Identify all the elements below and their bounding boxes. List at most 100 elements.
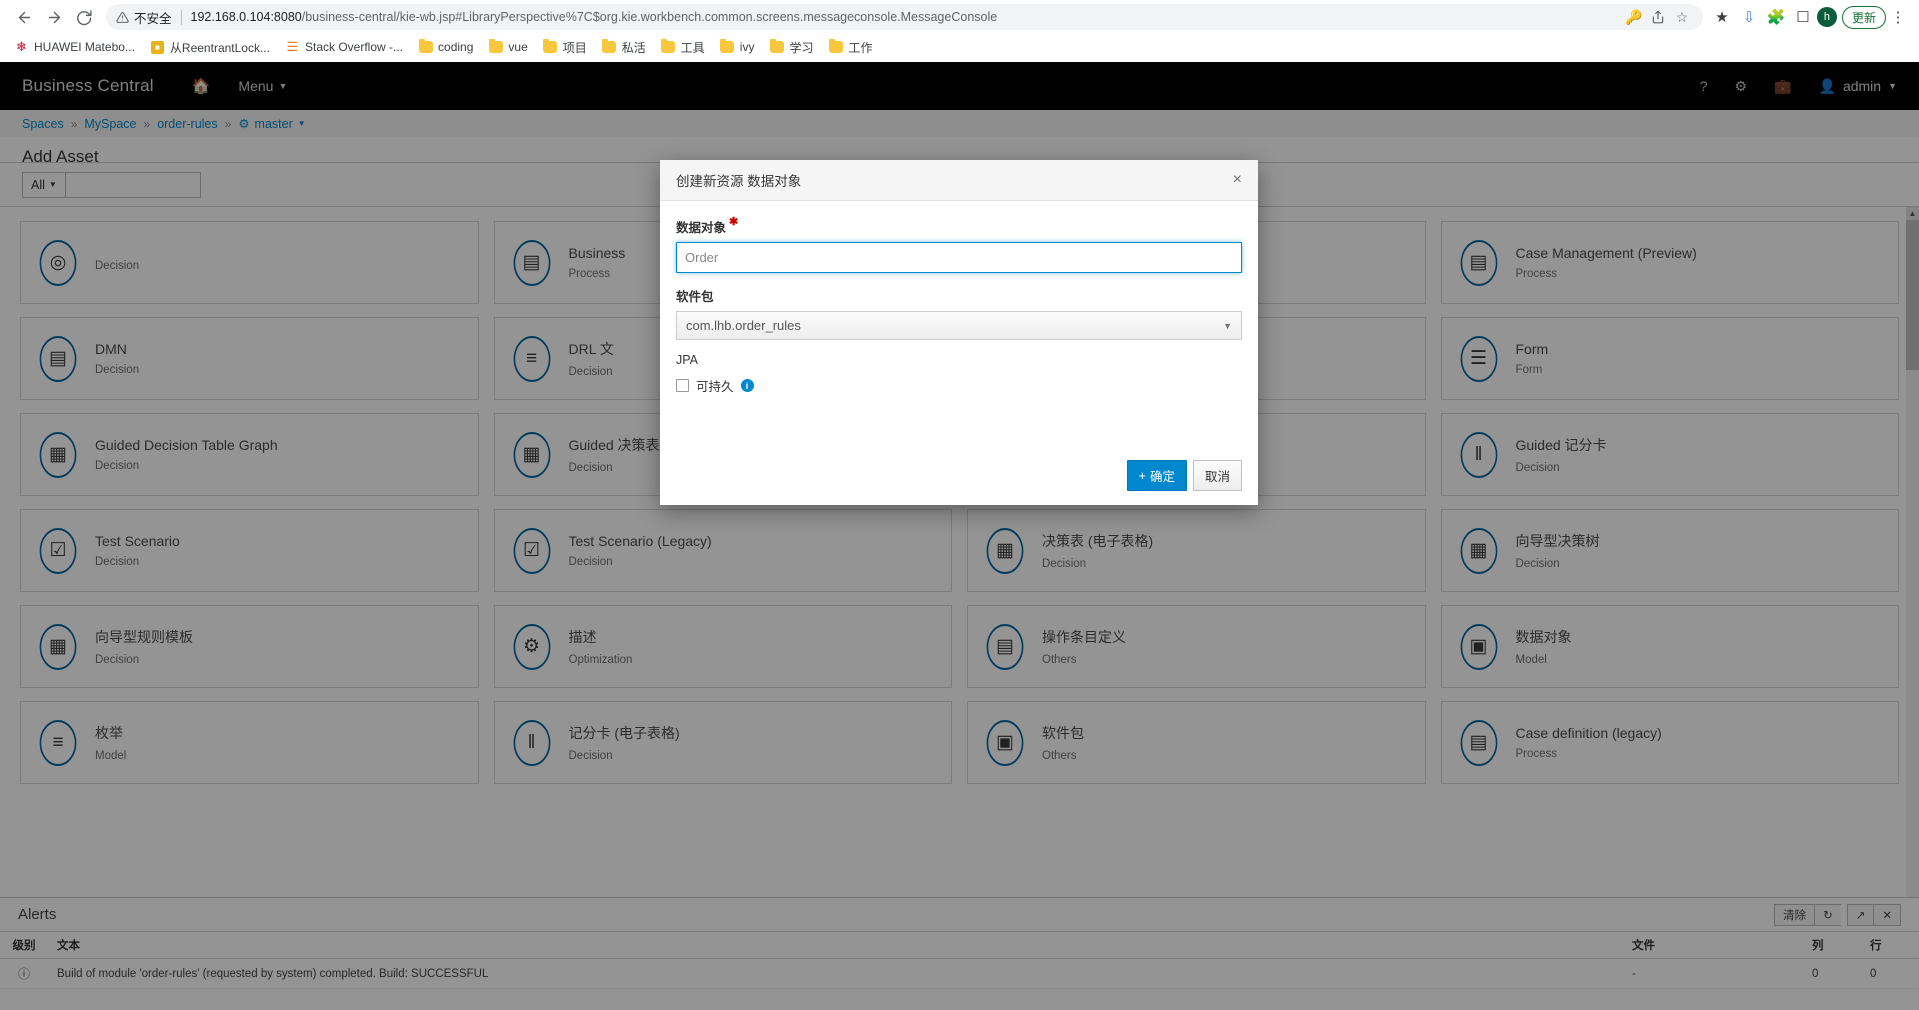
column-header-level[interactable]: 级别: [0, 932, 48, 959]
asset-card[interactable]: ▣数据对象Model: [1441, 605, 1900, 688]
password-key-icon[interactable]: 🔑: [1623, 6, 1645, 28]
bookmark-label: 从ReentrantLock...: [170, 39, 270, 56]
template-icon: ▦: [35, 624, 81, 670]
profile-avatar[interactable]: h: [1817, 7, 1837, 27]
url-text[interactable]: 192.168.0.104:8080/business-central/kie-…: [191, 10, 998, 24]
huawei-icon: ❄: [14, 40, 29, 55]
alerts-header: Alerts 清除 ↻ ↗ ✕: [0, 898, 1919, 931]
bookmark-item[interactable]: 工作: [822, 37, 878, 58]
search-input[interactable]: [66, 172, 201, 198]
bookmark-item[interactable]: vue: [482, 38, 533, 57]
info-icon[interactable]: i: [741, 379, 754, 392]
asset-card[interactable]: ▤操作条目定义Others: [967, 605, 1426, 688]
chrome-menu-icon[interactable]: ⋮: [1887, 8, 1909, 26]
bookmark-star-outline-icon[interactable]: ☆: [1671, 6, 1693, 28]
bookmark-item[interactable]: 私活: [596, 37, 652, 58]
asset-card[interactable]: ▦向导型决策树Decision: [1441, 509, 1900, 592]
breadcrumb-item[interactable]: Spaces: [22, 117, 64, 131]
downloads-icon[interactable]: ⇩: [1736, 4, 1762, 30]
side-panel-icon[interactable]: ☐: [1790, 4, 1816, 30]
asset-card[interactable]: ‖Guided 记分卡Decision: [1441, 413, 1900, 496]
app-header-actions: ? ⚙ 💼 👤 admin ▼: [1700, 78, 1897, 95]
asset-card[interactable]: ▦Guided Decision Table GraphDecision: [20, 413, 479, 496]
branch-selector[interactable]: ⚙master▼: [238, 116, 305, 131]
asset-card[interactable]: ⚙描述Optimization: [494, 605, 953, 688]
close-icon[interactable]: ×: [1233, 172, 1242, 188]
asset-card-name: Case Management (Preview): [1516, 245, 1697, 261]
asset-card[interactable]: ▣软件包Others: [967, 701, 1426, 784]
alert-level-cell: ⓘ: [0, 959, 48, 989]
user-menu[interactable]: 👤 admin ▼: [1819, 78, 1898, 95]
persistable-checkbox-row: 可持久 i: [676, 376, 1242, 395]
asset-card[interactable]: ≡枚举Model: [20, 701, 479, 784]
extensions-puzzle-icon[interactable]: 🧩: [1763, 4, 1789, 30]
asset-card-name: 数据对象: [1516, 627, 1572, 647]
scroll-up-arrow-icon[interactable]: ▲: [1906, 207, 1919, 220]
breadcrumb-item[interactable]: MySpace: [84, 117, 136, 131]
asset-card[interactable]: ☑Test ScenarioDecision: [20, 509, 479, 592]
toolbox-icon[interactable]: 💼: [1774, 78, 1791, 95]
bookmark-item[interactable]: ivy: [714, 38, 761, 57]
bookmark-item[interactable]: ■从ReentrantLock...: [144, 37, 276, 58]
column-header-row[interactable]: 行: [1861, 932, 1919, 959]
asset-card-name: Guided 决策表: [569, 435, 660, 455]
data-object-name-input[interactable]: [676, 242, 1242, 273]
bookmark-item[interactable]: coding: [412, 38, 479, 57]
clear-alerts-button[interactable]: 清除: [1774, 904, 1814, 926]
package-select[interactable]: com.lhb.order_rules ▼: [676, 311, 1242, 340]
address-bar[interactable]: 不安全 192.168.0.104:8080/business-central/…: [106, 4, 1703, 30]
asset-card-name: Form: [1516, 341, 1549, 357]
bookmark-label: HUAWEI Matebo...: [34, 40, 135, 54]
asset-card-text: 描述Optimization: [569, 627, 633, 666]
column-header-column[interactable]: 列: [1803, 932, 1861, 959]
maximize-alerts-icon[interactable]: ↗: [1847, 904, 1874, 926]
test-icon: ☑: [509, 528, 555, 574]
asset-card[interactable]: ▦决策表 (电子表格)Decision: [967, 509, 1426, 592]
asset-card-name: Case definition (legacy): [1516, 725, 1662, 741]
back-arrow-icon[interactable]: [10, 3, 38, 31]
cancel-button[interactable]: 取消: [1193, 460, 1242, 491]
bookmark-item[interactable]: 工具: [655, 37, 711, 58]
package-icon: ▣: [982, 720, 1028, 766]
gear-icon[interactable]: ⚙: [1735, 78, 1748, 95]
table-row[interactable]: ⓘBuild of module 'order-rules' (requeste…: [0, 959, 1919, 989]
asset-card[interactable]: ▦向导型规则模板Decision: [20, 605, 479, 688]
asset-card[interactable]: ‖记分卡 (电子表格)Decision: [494, 701, 953, 784]
column-header-file[interactable]: 文件: [1623, 932, 1803, 959]
refresh-alerts-icon[interactable]: ↻: [1814, 904, 1841, 926]
asset-card-category: Process: [569, 268, 626, 280]
confirm-button[interactable]: + 确定: [1127, 460, 1187, 491]
dmn-icon: ▤: [35, 336, 81, 382]
help-icon[interactable]: ?: [1700, 78, 1708, 94]
close-alerts-icon[interactable]: ✕: [1873, 904, 1901, 926]
main-menu-button[interactable]: Menu ▼: [238, 78, 287, 94]
asset-card-category: Decision: [95, 654, 193, 666]
asset-card-name: Business: [569, 245, 626, 261]
bookmark-item[interactable]: ❄ HUAWEI Matebo...: [8, 38, 141, 57]
asset-card-name: DRL 文: [569, 339, 614, 359]
asset-card[interactable]: ▤Case definition (legacy)Process: [1441, 701, 1900, 784]
home-icon[interactable]: 🏠: [192, 77, 211, 95]
bookmark-item[interactable]: ☰Stack Overflow -...: [279, 38, 409, 57]
folder-icon: [720, 40, 735, 55]
scroll-thumb[interactable]: [1906, 220, 1919, 370]
assets-scrollbar[interactable]: ▲: [1906, 207, 1919, 897]
column-header-text[interactable]: 文本: [48, 932, 1623, 959]
update-button[interactable]: 更新: [1842, 6, 1886, 29]
breadcrumb-item[interactable]: order-rules: [157, 117, 217, 131]
asset-type-filter[interactable]: All ▼: [22, 172, 66, 198]
bookmark-star-filled-icon[interactable]: ★: [1709, 4, 1735, 30]
asset-card[interactable]: ▤DMNDecision: [20, 317, 479, 400]
asset-card[interactable]: ☑Test Scenario (Legacy)Decision: [494, 509, 953, 592]
reload-icon[interactable]: [70, 3, 98, 31]
asset-card[interactable]: ☰FormForm: [1441, 317, 1900, 400]
bookmark-label: 私活: [622, 39, 646, 56]
bookmark-item[interactable]: 项目: [537, 37, 593, 58]
bookmark-item[interactable]: 学习: [763, 37, 819, 58]
persistable-checkbox[interactable]: [676, 379, 689, 392]
folder-icon: [769, 40, 784, 55]
share-icon[interactable]: [1647, 6, 1669, 28]
asset-card[interactable]: ▤Case Management (Preview)Process: [1441, 221, 1900, 304]
forward-arrow-icon[interactable]: [40, 3, 68, 31]
asset-card[interactable]: ◎Decision: [20, 221, 479, 304]
